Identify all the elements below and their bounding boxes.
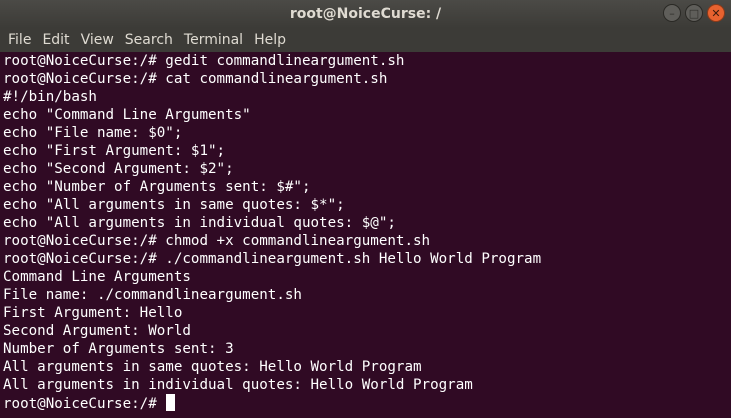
terminal-prompt: root@NoiceCurse:/# <box>3 396 166 412</box>
terminal-line: echo "File name: $0"; <box>3 125 183 141</box>
menu-bar: File Edit View Search Terminal Help <box>0 28 731 52</box>
terminal-line: echo "All arguments in individual quotes… <box>3 215 396 231</box>
maximize-icon[interactable]: □ <box>685 4 703 22</box>
terminal-line: File name: ./commandlineargument.sh <box>3 287 302 303</box>
terminal-line: root@NoiceCurse:/# chmod +x commandlinea… <box>3 233 431 249</box>
minimize-icon[interactable]: – <box>663 4 681 22</box>
terminal-line: echo "Second Argument: $2"; <box>3 161 234 177</box>
terminal-line: echo "Command Line Arguments" <box>3 107 251 123</box>
terminal-line: Second Argument: World <box>3 323 191 339</box>
menu-search[interactable]: Search <box>123 28 180 52</box>
menu-view[interactable]: View <box>79 28 121 52</box>
title-bar[interactable]: root@NoiceCurse: / – □ ✕ <box>0 0 731 28</box>
window-title: root@NoiceCurse: / <box>289 6 442 22</box>
menu-file[interactable]: File <box>6 28 38 52</box>
terminal-line: First Argument: Hello <box>3 305 183 321</box>
terminal-cursor <box>166 394 176 411</box>
terminal-line: Command Line Arguments <box>3 269 191 285</box>
terminal-prompt-line[interactable]: root@NoiceCurse:/# <box>3 394 731 412</box>
terminal-line: echo "All arguments in same quotes: $*"; <box>3 197 345 213</box>
close-icon[interactable]: ✕ <box>707 4 725 22</box>
terminal-line: echo "First Argument: $1"; <box>3 143 226 159</box>
window-controls: – □ ✕ <box>663 4 725 22</box>
terminal-line: All arguments in same quotes: Hello Worl… <box>3 359 422 375</box>
terminal-line: #!/bin/bash <box>3 89 97 105</box>
terminal-line: root@NoiceCurse:/# cat commandlineargume… <box>3 71 388 87</box>
terminal-line: root@NoiceCurse:/# gedit commandlineargu… <box>3 53 405 69</box>
terminal-output[interactable]: root@NoiceCurse:/# gedit commandlineargu… <box>0 52 731 418</box>
terminal-line: echo "Number of Arguments sent: $#"; <box>3 179 311 195</box>
terminal-line: All arguments in individual quotes: Hell… <box>3 377 473 393</box>
menu-edit[interactable]: Edit <box>40 28 76 52</box>
terminal-window: root@NoiceCurse: / – □ ✕ File Edit View … <box>0 0 731 418</box>
menu-help[interactable]: Help <box>252 28 293 52</box>
terminal-line: root@NoiceCurse:/# ./commandlineargument… <box>3 251 542 267</box>
menu-terminal[interactable]: Terminal <box>182 28 250 52</box>
terminal-line: Number of Arguments sent: 3 <box>3 341 234 357</box>
